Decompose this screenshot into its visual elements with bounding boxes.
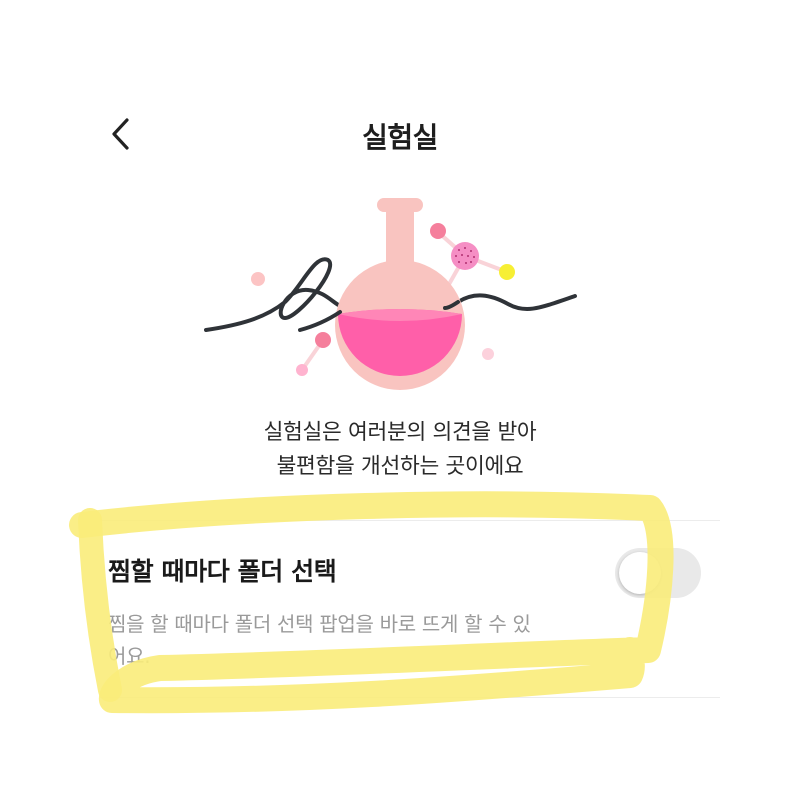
setting-row-folder-select: 찜할 때마다 폴더 선택 찜을 할 때마다 폴더 선택 팝업을 바로 뜨게 할 …: [0, 520, 800, 700]
lab-flask-illustration: [190, 190, 590, 400]
toggle-knob: [619, 552, 661, 594]
setting-title: 찜할 때마다 폴더 선택: [108, 557, 337, 586]
page-title: 실험실: [362, 121, 438, 154]
divider-bottom: [100, 697, 720, 698]
folder-select-toggle[interactable]: [615, 548, 701, 598]
setting-description: 찜을 할 때마다 폴더 선택 팝업을 바로 뜨게 할 수 있어요.: [108, 612, 531, 668]
intro-text: 실험실은 여러분의 의견을 받아 불편함을 개선하는 곳이에요: [0, 416, 800, 484]
top-bar: 실험실: [0, 100, 800, 170]
intro-line-1: 실험실은 여러분의 의견을 받아: [263, 420, 537, 445]
intro-line-2: 불편함을 개선하는 곳이에요: [276, 454, 524, 479]
